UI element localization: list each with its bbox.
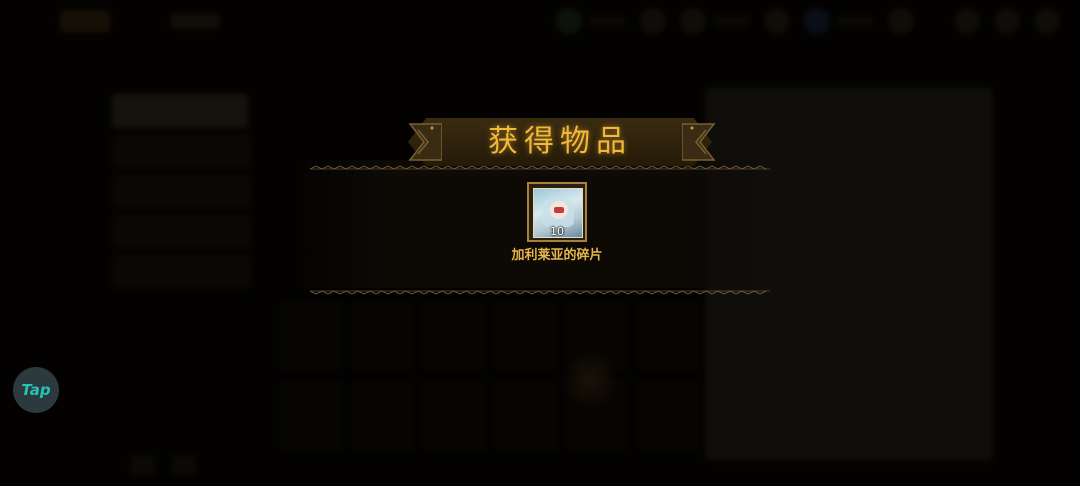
reward-item-slot[interactable]: 10 [527, 182, 587, 242]
banner-wing-right [681, 120, 722, 164]
taptap-float-button[interactable]: Tap [13, 367, 59, 413]
item-count: 10 [550, 225, 564, 238]
ornament-border-bottom [309, 280, 770, 295]
reward-popup: 获得物品 10 加利莱亚的碎片 [290, 110, 790, 300]
reward-title: 获得物品 [488, 124, 632, 159]
banner-wing-left [402, 120, 443, 164]
item-name: 加利莱亚的碎片 [511, 248, 603, 263]
tap-label: Tap [21, 381, 51, 399]
